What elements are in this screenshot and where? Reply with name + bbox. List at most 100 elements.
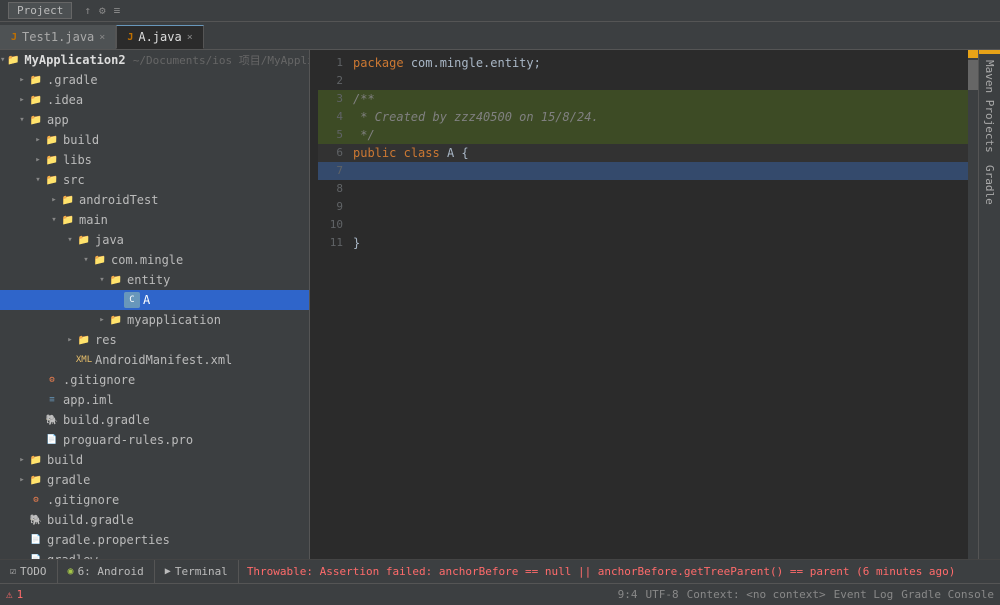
line-num-1: 1	[318, 54, 353, 72]
tree-item-A-class[interactable]: C A	[0, 290, 309, 310]
context-info: Context: <no context>	[687, 588, 826, 601]
tab-A[interactable]: J A.java ×	[116, 25, 203, 49]
code-line-4: 4 * Created by zzz40500 on 15/8/24.	[318, 108, 978, 126]
line-content-10	[353, 216, 978, 234]
tree-item-entity[interactable]: 📁 entity	[0, 270, 309, 290]
java-icon-test1: J	[11, 32, 17, 43]
android-tab[interactable]: ◉ 6: Android	[58, 560, 155, 584]
code-line-11: 11 }	[318, 234, 978, 252]
cursor-position: 9:4	[618, 588, 638, 601]
tree-item-src[interactable]: 📁 src	[0, 170, 309, 190]
editor-scrollbar[interactable]	[968, 50, 978, 559]
tree-item-res[interactable]: 📁 res	[0, 330, 309, 350]
tab-test1[interactable]: J Test1.java ×	[0, 25, 116, 49]
tree-item-gitignore-root[interactable]: ⚙ .gitignore	[0, 490, 309, 510]
label-build-gradle-root: build.gradle	[47, 513, 134, 527]
todo-tab[interactable]: ☑ TODO	[0, 560, 58, 584]
label-gradle-properties: gradle.properties	[47, 533, 170, 547]
tree-item-build-app[interactable]: 📁 build	[0, 130, 309, 150]
error-count: 1	[17, 588, 24, 601]
status-bar: ⚠ 1 9:4 UTF-8 Context: <no context> Even…	[0, 583, 1000, 605]
tab-close-test1[interactable]: ×	[99, 32, 105, 43]
line-content-9	[353, 198, 978, 216]
tree-item-build-gradle-app[interactable]: 🐘 build.gradle	[0, 410, 309, 430]
arrow-build-app	[32, 135, 44, 145]
label-main: main	[79, 213, 108, 227]
label-androidtest: androidTest	[79, 193, 158, 207]
tree-item-gradle-properties[interactable]: 📄 gradle.properties	[0, 530, 309, 550]
folder-icon-root: 📁	[5, 52, 21, 68]
arrow-java	[64, 235, 76, 245]
code-line-2: 2	[318, 72, 978, 90]
title-bar: Project ↑ ⚙ ≡	[0, 0, 1000, 22]
code-line-8: 8	[318, 180, 978, 198]
java-icon-A: J	[127, 32, 133, 43]
event-log-button[interactable]: Event Log	[834, 588, 894, 601]
todo-icon: ☑	[10, 566, 16, 577]
line-content-3: /**	[353, 90, 978, 108]
properties-icon-gradle: 📄	[28, 532, 44, 548]
tree-item-build-root[interactable]: 📁 build	[0, 450, 309, 470]
label-com-mingle: com.mingle	[111, 253, 183, 267]
editor-scroll-indicator	[968, 50, 978, 58]
arrow-gradle	[16, 75, 28, 85]
label-build-gradle-app: build.gradle	[63, 413, 150, 427]
line-content-1: package com.mingle.entity;	[353, 54, 978, 72]
tree-item-libs[interactable]: 📁 libs	[0, 150, 309, 170]
tree-item-gradlew[interactable]: 📄 gradlew	[0, 550, 309, 559]
tab-close-A[interactable]: ×	[187, 32, 193, 43]
tree-item-java[interactable]: 📁 java	[0, 230, 309, 250]
project-tree: 📁 MyApplication2 ~/Documents/ios 项目/MyAp…	[0, 50, 310, 559]
tree-item-app-iml[interactable]: ≡ app.iml	[0, 390, 309, 410]
package-icon-myapplication: 📁	[108, 312, 124, 328]
git-icon-root: ⚙	[28, 492, 44, 508]
line-num-8: 8	[318, 180, 353, 198]
arrow-main	[48, 215, 60, 225]
maven-projects-tab[interactable]: Maven Projects	[979, 54, 1000, 159]
terminal-tab[interactable]: ▶ Terminal	[155, 560, 239, 584]
tree-item-idea[interactable]: 📁 .idea	[0, 90, 309, 110]
tree-item-gradle[interactable]: 📁 .gradle	[0, 70, 309, 90]
tree-item-myapplication[interactable]: 📁 myapplication	[0, 310, 309, 330]
label-res: res	[95, 333, 117, 347]
project-dropdown[interactable]: Project	[8, 2, 72, 19]
tree-item-androidmanifest[interactable]: XML AndroidManifest.xml	[0, 350, 309, 370]
label-src: src	[63, 173, 85, 187]
arrow-build-root	[16, 455, 28, 465]
xml-icon-androidmanifest: XML	[76, 352, 92, 368]
tree-item-app[interactable]: 📁 app	[0, 110, 309, 130]
arrow-myapplication	[96, 315, 108, 325]
folder-icon-res: 📁	[76, 332, 92, 348]
arrow-app	[16, 115, 28, 125]
tree-item-proguard[interactable]: 📄 proguard-rules.pro	[0, 430, 309, 450]
title-icon-3[interactable]: ≡	[114, 4, 121, 17]
label-build-app: build	[63, 133, 99, 147]
tree-item-gitignore-app[interactable]: ⚙ .gitignore	[0, 370, 309, 390]
line-num-2: 2	[318, 72, 353, 90]
code-editor[interactable]: 1 package com.mingle.entity; 2 3 /**	[310, 50, 978, 559]
tree-root[interactable]: 📁 MyApplication2 ~/Documents/ios 项目/MyAp…	[0, 50, 309, 70]
tree-item-main[interactable]: 📁 main	[0, 210, 309, 230]
label-myapplication: myapplication	[127, 313, 221, 327]
arrow-libs	[32, 155, 44, 165]
arrow-res	[64, 335, 76, 345]
git-icon-gitignore-app: ⚙	[44, 372, 60, 388]
tree-item-com-mingle[interactable]: 📁 com.mingle	[0, 250, 309, 270]
tabs-bar: J Test1.java × J A.java ×	[0, 22, 1000, 50]
line-num-3: 3	[318, 90, 353, 108]
tree-item-build-gradle-root[interactable]: 🐘 build.gradle	[0, 510, 309, 530]
title-icon-1[interactable]: ↑	[84, 4, 91, 17]
label-gitignore-app: .gitignore	[63, 373, 135, 387]
tree-item-androidtest[interactable]: 📁 androidTest	[0, 190, 309, 210]
terminal-label: Terminal	[175, 565, 228, 578]
status-message: Throwable: Assertion failed: anchorBefor…	[239, 565, 1000, 578]
todo-label: TODO	[20, 565, 47, 578]
title-icon-2[interactable]: ⚙	[99, 4, 106, 17]
line-num-6: 6	[318, 144, 353, 162]
gradle-tab[interactable]: Gradle	[979, 159, 1000, 211]
tree-item-gradle-dir[interactable]: 📁 gradle	[0, 470, 309, 490]
code-line-9: 9	[318, 198, 978, 216]
gradle-console-button[interactable]: Gradle Console	[901, 588, 994, 601]
line-content-2	[353, 72, 978, 90]
arrow-gradle-dir	[16, 475, 28, 485]
